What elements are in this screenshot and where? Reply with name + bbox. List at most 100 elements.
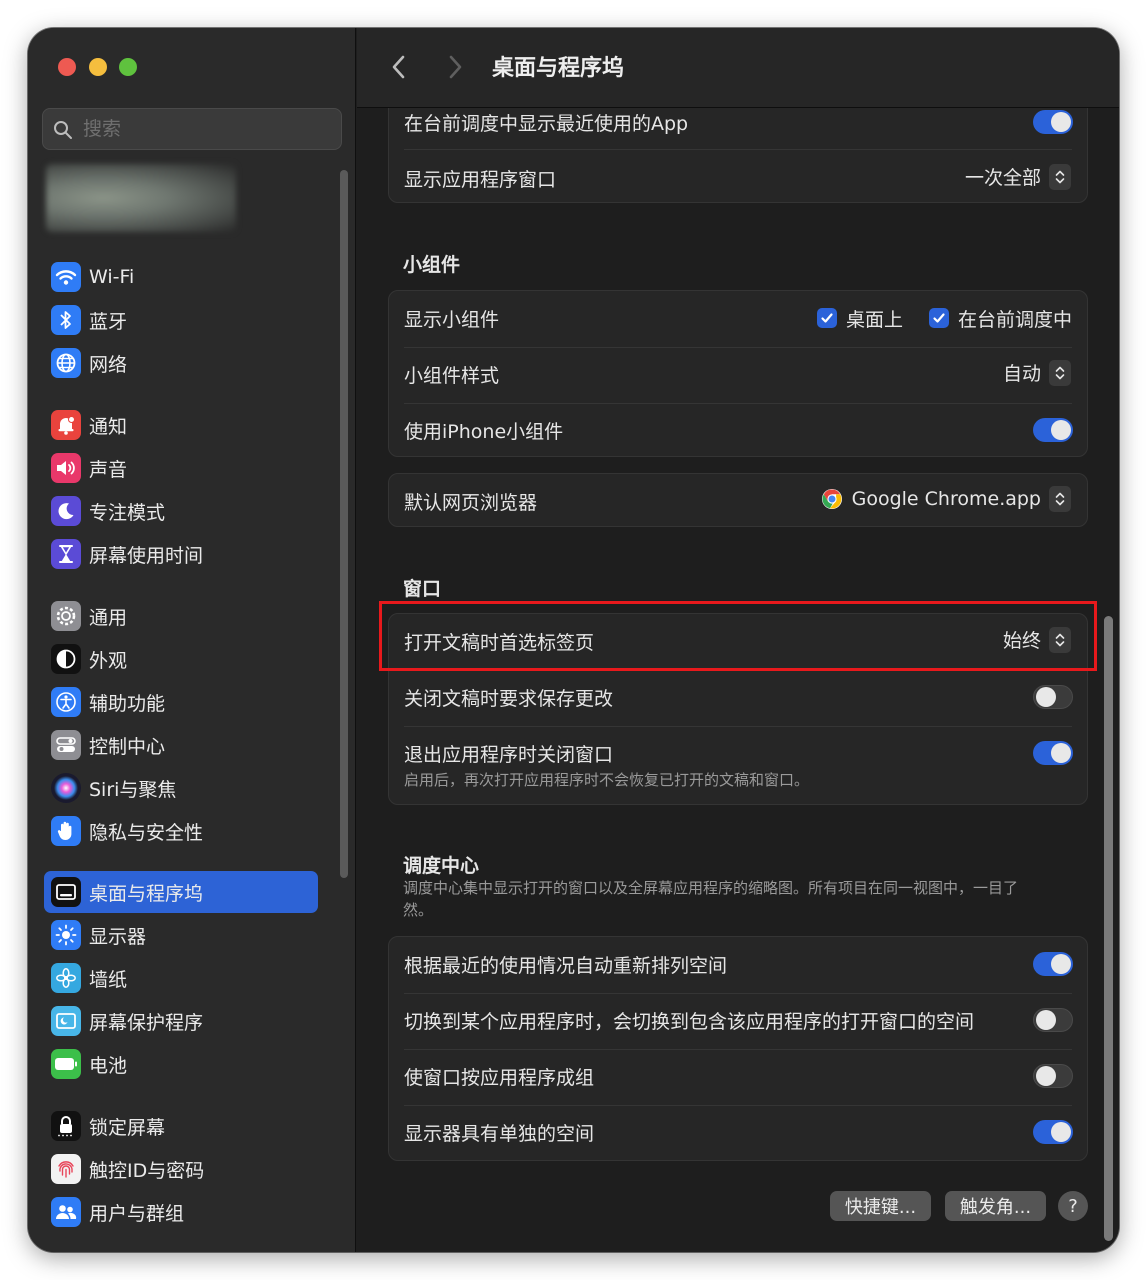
desktop-checkbox-label: 桌面上 bbox=[845, 308, 903, 331]
hand-icon bbox=[51, 816, 81, 846]
stage-manager-checkbox-label: 在台前调度中 bbox=[957, 308, 1072, 331]
sidebar-item-network[interactable]: 网络 bbox=[44, 342, 318, 384]
default-browser-popup[interactable]: Google Chrome.app bbox=[821, 486, 1071, 512]
iphone-widgets-label: 使用iPhone小组件 bbox=[404, 420, 564, 443]
widget-style-popup[interactable]: 自动 bbox=[1003, 359, 1071, 386]
sidebar-item-control-center[interactable]: 控制中心 bbox=[44, 724, 318, 766]
sidebar-item-privacy[interactable]: 隐私与安全性 bbox=[44, 810, 318, 852]
hourglass-icon bbox=[51, 539, 81, 569]
dock-icon bbox=[51, 877, 81, 907]
group-windows-toggle[interactable] bbox=[1033, 1064, 1073, 1088]
iphone-widgets-toggle[interactable] bbox=[1033, 418, 1073, 442]
gear-icon bbox=[51, 601, 81, 631]
globe-icon bbox=[51, 348, 81, 378]
fingerprint-icon bbox=[51, 1154, 81, 1184]
sidebar-item-bluetooth[interactable]: 蓝牙 bbox=[44, 299, 318, 341]
prefer-tabs-popup[interactable]: 始终 bbox=[1003, 626, 1071, 653]
group-windows-row: 使窗口按应用程序成组 bbox=[404, 1061, 1072, 1091]
sidebar-scrollbar[interactable] bbox=[340, 170, 348, 878]
ask-save-label: 关闭文稿时要求保存更改 bbox=[404, 687, 614, 710]
widgets-section-title: 小组件 bbox=[403, 254, 461, 276]
sidebar-item-displays[interactable]: 显示器 bbox=[44, 914, 318, 956]
sidebar-item-accessibility[interactable]: 辅助功能 bbox=[44, 681, 318, 723]
sidebar-item-sound[interactable]: 声音 bbox=[44, 447, 318, 489]
apple-account-avatar[interactable] bbox=[46, 164, 236, 232]
help-button[interactable]: ? bbox=[1058, 1191, 1088, 1221]
sidebar-item-focus[interactable]: 专注模式 bbox=[44, 490, 318, 532]
chrome-icon bbox=[821, 489, 842, 509]
sidebar-item-lock-screen[interactable]: 锁定屏幕 bbox=[44, 1105, 318, 1147]
rearrange-spaces-toggle[interactable] bbox=[1033, 952, 1073, 976]
prefer-tabs-row: 打开文稿时首选标签页 bbox=[404, 626, 1072, 656]
bluetooth-icon bbox=[51, 305, 81, 335]
ask-save-row: 关闭文稿时要求保存更改 bbox=[404, 682, 1072, 712]
show-windows-popup[interactable]: 一次全部 bbox=[965, 163, 1071, 190]
main-scrollbar[interactable] bbox=[1104, 616, 1113, 1241]
close-windows-toggle[interactable] bbox=[1033, 741, 1073, 765]
sidebar-item-label: 墙纸 bbox=[89, 968, 128, 991]
sidebar-item-battery[interactable]: 电池 bbox=[44, 1043, 318, 1085]
sidebar-item-label: 专注模式 bbox=[89, 501, 166, 524]
moon-icon bbox=[51, 496, 81, 526]
sidebar-item-label: 通用 bbox=[89, 606, 128, 629]
flower-icon bbox=[51, 963, 81, 993]
switch-space-toggle[interactable] bbox=[1033, 1008, 1073, 1032]
stage-manager-checkbox[interactable]: 在台前调度中 bbox=[928, 305, 1072, 332]
sidebar-item-appearance[interactable]: 外观 bbox=[44, 638, 318, 680]
sidebar-item-wifi[interactable]: Wi-Fi bbox=[44, 256, 318, 298]
rearrange-spaces-label: 根据最近的使用情况自动重新排列空间 bbox=[404, 954, 728, 977]
up-down-chevron-icon bbox=[1049, 359, 1071, 386]
sidebar-item-general[interactable]: 通用 bbox=[44, 595, 318, 637]
sidebar-item-label: 屏幕保护程序 bbox=[89, 1011, 204, 1034]
sidebar-item-desktop-dock[interactable]: 桌面与程序坞 bbox=[44, 871, 318, 913]
wifi-icon bbox=[51, 262, 81, 292]
search-field[interactable] bbox=[42, 108, 342, 150]
title-bar: 桌面与程序坞 bbox=[357, 28, 1119, 108]
sidebar-item-label: 控制中心 bbox=[89, 735, 166, 758]
close-windows-row: 退出应用程序时关闭窗口 bbox=[404, 738, 1072, 768]
rearrange-spaces-row: 根据最近的使用情况自动重新排列空间 bbox=[404, 949, 1072, 979]
sidebar-item-touch-id[interactable]: 触控ID与密码 bbox=[44, 1148, 318, 1190]
close-window-button[interactable] bbox=[58, 58, 76, 76]
sidebar-item-notifications[interactable]: 通知 bbox=[44, 404, 318, 446]
checkmark-icon bbox=[816, 308, 837, 328]
sidebar-item-label: 蓝牙 bbox=[89, 310, 128, 333]
sidebar-item-screen-time[interactable]: 屏幕使用时间 bbox=[44, 533, 318, 575]
screensaver-icon bbox=[51, 1006, 81, 1036]
back-chevron-icon[interactable] bbox=[387, 52, 411, 82]
bell-icon bbox=[51, 410, 81, 440]
widgets-group: 显示小组件 桌面上 在台前调度中 小组件样式 自动 使用iPhone小组件 bbox=[388, 290, 1088, 457]
search-input[interactable] bbox=[83, 115, 333, 143]
prefer-tabs-value: 始终 bbox=[1002, 630, 1041, 652]
minimize-window-button[interactable] bbox=[89, 58, 107, 76]
recent-apps-toggle[interactable] bbox=[1033, 110, 1073, 134]
show-windows-value: 一次全部 bbox=[964, 167, 1041, 189]
desktop-checkbox[interactable]: 桌面上 bbox=[816, 305, 903, 332]
default-browser-label: 默认网页浏览器 bbox=[404, 491, 538, 514]
sidebar-item-screensaver[interactable]: 屏幕保护程序 bbox=[44, 1000, 318, 1042]
shortcuts-button[interactable]: 快捷键... bbox=[830, 1191, 931, 1221]
up-down-chevron-icon bbox=[1049, 163, 1071, 190]
sidebar-item-users[interactable]: 用户与群组 bbox=[44, 1191, 318, 1233]
sidebar-item-wallpaper[interactable]: 墙纸 bbox=[44, 957, 318, 999]
hot-corners-button[interactable]: 触发角... bbox=[945, 1191, 1046, 1221]
separate-spaces-row: 显示器具有单独的空间 bbox=[404, 1117, 1072, 1147]
users-icon bbox=[51, 1197, 81, 1227]
ask-save-toggle[interactable] bbox=[1033, 685, 1073, 709]
sidebar: Wi-Fi 蓝牙 网络 通知 声音 bbox=[28, 28, 356, 1252]
sidebar-item-label: 隐私与安全性 bbox=[89, 821, 204, 844]
zoom-window-button[interactable] bbox=[119, 58, 137, 76]
sidebar-item-label: 用户与群组 bbox=[89, 1202, 185, 1225]
sidebar-item-label: 辅助功能 bbox=[89, 692, 166, 715]
separate-spaces-toggle[interactable] bbox=[1033, 1120, 1073, 1144]
sidebar-item-label: 通知 bbox=[89, 415, 128, 438]
widget-style-label: 小组件样式 bbox=[404, 364, 500, 387]
checkmark-icon bbox=[928, 308, 949, 328]
recent-apps-row: 在台前调度中显示最近使用的App bbox=[404, 107, 1072, 137]
widget-style-row: 小组件样式 bbox=[404, 359, 1072, 389]
search-icon bbox=[54, 121, 72, 139]
forward-chevron-icon[interactable] bbox=[443, 52, 467, 82]
sidebar-item-siri[interactable]: Siri与聚焦 bbox=[44, 767, 318, 809]
accessibility-icon bbox=[51, 687, 81, 717]
settings-window: Wi-Fi 蓝牙 网络 通知 声音 bbox=[28, 28, 1119, 1252]
